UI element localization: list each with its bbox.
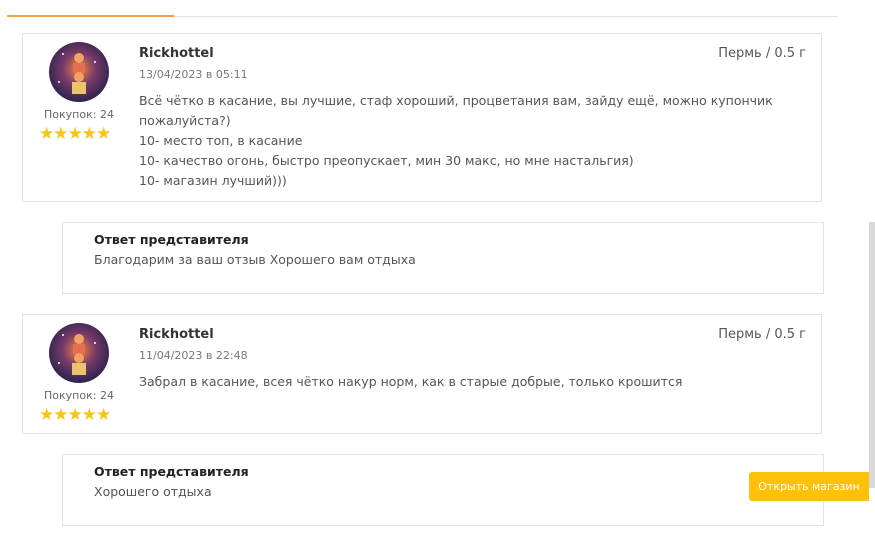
review-text-line: Забрал в касание, всея чётко накур норм,… — [139, 374, 683, 389]
reply-title: Ответ представителя — [94, 232, 249, 247]
review-text-line: 10- качество огонь, быстро преопускает, … — [139, 153, 634, 168]
reply-text: Благодарим за ваш отзыв Хорошего вам отд… — [94, 252, 416, 267]
review-text-line: 10- магазин лучший))) — [139, 173, 287, 188]
reply-title: Ответ представителя — [94, 464, 249, 479]
representative-reply: Ответ представителя Хорошего отдыха — [62, 454, 824, 526]
review-date: 11/04/2023 в 22:48 — [139, 349, 248, 362]
review-author[interactable]: Rickhottel — [139, 327, 214, 342]
review-author[interactable]: Rickhottel — [139, 46, 214, 61]
avatar[interactable] — [49, 323, 109, 383]
review-text: Забрал в касание, всея чётко накур норм,… — [139, 372, 779, 392]
purchase-count: Покупок: 24 — [44, 108, 114, 121]
review-text: Всё чётко в касание, вы лучшие, стаф хор… — [139, 91, 779, 191]
review-text-line: пожалуйста?) — [139, 113, 231, 128]
review-location: Пермь / 0.5 г — [718, 46, 806, 61]
purchase-count: Покупок: 24 — [44, 389, 114, 402]
active-tab-underline — [7, 15, 174, 17]
review-text-line: Всё чётко в касание, вы лучшие, стаф хор… — [139, 93, 773, 108]
reply-text: Хорошего отдыха — [94, 484, 212, 499]
open-shop-button[interactable]: Открыть магазин — [749, 472, 869, 501]
scrollbar[interactable] — [869, 222, 875, 488]
avatar[interactable] — [49, 42, 109, 102]
review-card: Покупок: 24 ★★★★★ Rickhottel 11/04/2023 … — [22, 314, 822, 434]
review-text-line: 10- место топ, в касание — [139, 133, 303, 148]
rating-stars: ★★★★★ — [39, 124, 111, 144]
review-location: Пермь / 0.5 г — [718, 327, 806, 342]
representative-reply: Ответ представителя Благодарим за ваш от… — [62, 222, 824, 294]
rating-stars: ★★★★★ — [39, 405, 111, 425]
review-card: Покупок: 24 ★★★★★ Rickhottel 13/04/2023 … — [22, 33, 822, 202]
review-date: 13/04/2023 в 05:11 — [139, 68, 248, 81]
